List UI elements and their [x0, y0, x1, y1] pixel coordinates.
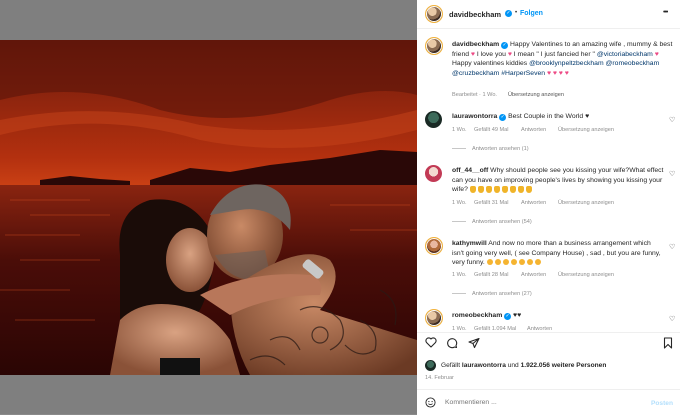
translate-link[interactable]: Übersetzung anzeigen: [558, 200, 614, 206]
translate-link[interactable]: Übersetzung anzeigen: [558, 127, 614, 133]
view-replies-button[interactable]: Antworten ansehen (1): [452, 146, 529, 152]
share-send-icon[interactable]: [468, 337, 480, 349]
comment-avatar[interactable]: [425, 165, 442, 182]
post-header: davidbeckham ✓ • Folgen •••: [417, 0, 680, 29]
comment-text: kathymwill And now no more than a busine…: [452, 240, 661, 266]
view-replies-button[interactable]: Antworten ansehen (54): [452, 219, 532, 225]
caption-text: davidbeckham ✓ Happy Valentines to an am…: [452, 41, 673, 77]
heart-emoji: ♥ ♥ ♥ ♥: [546, 69, 569, 77]
comment-username[interactable]: off_44__off: [452, 167, 488, 174]
comment-username[interactable]: laurawontorra: [452, 113, 497, 120]
comment-composer: Posten: [417, 389, 680, 414]
verified-icon: ✓: [504, 313, 512, 320]
black-hearts-emoji: ♥♥: [513, 312, 522, 319]
view-replies-button[interactable]: Antworten ansehen (27): [452, 291, 532, 297]
caption-meta: Bearbeitet · 1 Wo.: [452, 92, 497, 98]
comment-avatar[interactable]: [425, 309, 443, 327]
comment-reply-button[interactable]: Antworten: [521, 200, 546, 206]
verified-icon: ✓: [499, 114, 507, 121]
comment-text: laurawontorra ✓ Best Couple in the World…: [452, 113, 590, 121]
post-side-panel: davidbeckham ✓ • Folgen ••• davidbeckham…: [417, 0, 680, 415]
caption-username[interactable]: davidbeckham: [452, 41, 499, 48]
translate-link[interactable]: Übersetzung anzeigen: [508, 92, 564, 98]
verified-icon: ✓: [505, 10, 512, 17]
comment-like-icon[interactable]: ♡: [669, 315, 675, 323]
heart-emoji: ♥: [507, 50, 512, 58]
follow-button[interactable]: Folgen: [520, 10, 543, 17]
more-options-icon[interactable]: •••: [663, 9, 668, 16]
comment-time: 1 Wo.: [452, 272, 467, 278]
comment-time: 1 Wo.: [452, 200, 467, 206]
comment-likes[interactable]: Gefällt 49 Mal: [474, 127, 509, 133]
post-photo[interactable]: [0, 40, 417, 375]
mention-link[interactable]: @cruzbeckham: [452, 70, 499, 77]
thumbs-down-emojis: [469, 185, 534, 193]
caption-avatar[interactable]: [425, 37, 443, 55]
verified-icon: ✓: [501, 42, 509, 49]
comment-like-icon[interactable]: ♡: [669, 170, 675, 178]
like-heart-icon[interactable]: [425, 337, 437, 348]
heart-emoji: ♥: [654, 50, 659, 58]
comment-avatar[interactable]: [425, 237, 443, 255]
liker-avatar[interactable]: [425, 360, 436, 371]
comment-text: romeobeckham ✓ ♥♥: [452, 311, 652, 321]
mention-link[interactable]: @romeobeckham: [606, 60, 660, 67]
post-comment-button[interactable]: Posten: [651, 400, 673, 407]
comment-likes[interactable]: Gefällt 28 Mal: [474, 272, 509, 278]
emoji-picker-icon[interactable]: [425, 397, 436, 408]
post-date[interactable]: 14. Februar: [425, 375, 454, 381]
bookmark-icon[interactable]: [663, 337, 673, 349]
photo-image: [0, 40, 417, 375]
comment-time: 1 Wo.: [452, 127, 467, 133]
laughing-emojis: [486, 259, 543, 266]
comment-reply-button[interactable]: Antworten: [521, 272, 546, 278]
likes-summary: Gefällt laurawontorra und 1.922.056 weit…: [441, 362, 607, 369]
author-avatar[interactable]: [425, 5, 443, 23]
comment-avatar[interactable]: [425, 111, 442, 128]
heart-emoji: ♥: [470, 50, 475, 58]
comment-username[interactable]: kathymwill: [452, 240, 487, 247]
likes-count-link[interactable]: 1.922.056 weitere Personen: [521, 362, 607, 369]
comment-bubble-icon[interactable]: [446, 337, 458, 349]
header-dot: •: [515, 10, 518, 16]
comment-like-icon[interactable]: ♡: [669, 116, 675, 124]
mention-link[interactable]: @victoriabeckham: [597, 51, 653, 58]
liker-username[interactable]: laurawontorra: [462, 362, 506, 369]
translate-link[interactable]: Übersetzung anzeigen: [558, 272, 614, 278]
comment-text: off_44__off Why should people see you ki…: [452, 167, 664, 193]
hashtag-link[interactable]: #HarperSeven: [501, 70, 545, 77]
author-username[interactable]: davidbeckham: [449, 10, 501, 19]
comment-reply-button[interactable]: Antworten: [521, 127, 546, 133]
mention-link[interactable]: @brooklynpeltzbeckham: [529, 60, 604, 67]
comment-likes[interactable]: Gefällt 31 Mal: [474, 200, 509, 206]
comment-like-icon[interactable]: ♡: [669, 243, 675, 251]
comment-input[interactable]: [445, 395, 635, 409]
comment-username[interactable]: romeobeckham: [452, 312, 502, 319]
black-heart-emoji: ♥: [585, 113, 590, 120]
